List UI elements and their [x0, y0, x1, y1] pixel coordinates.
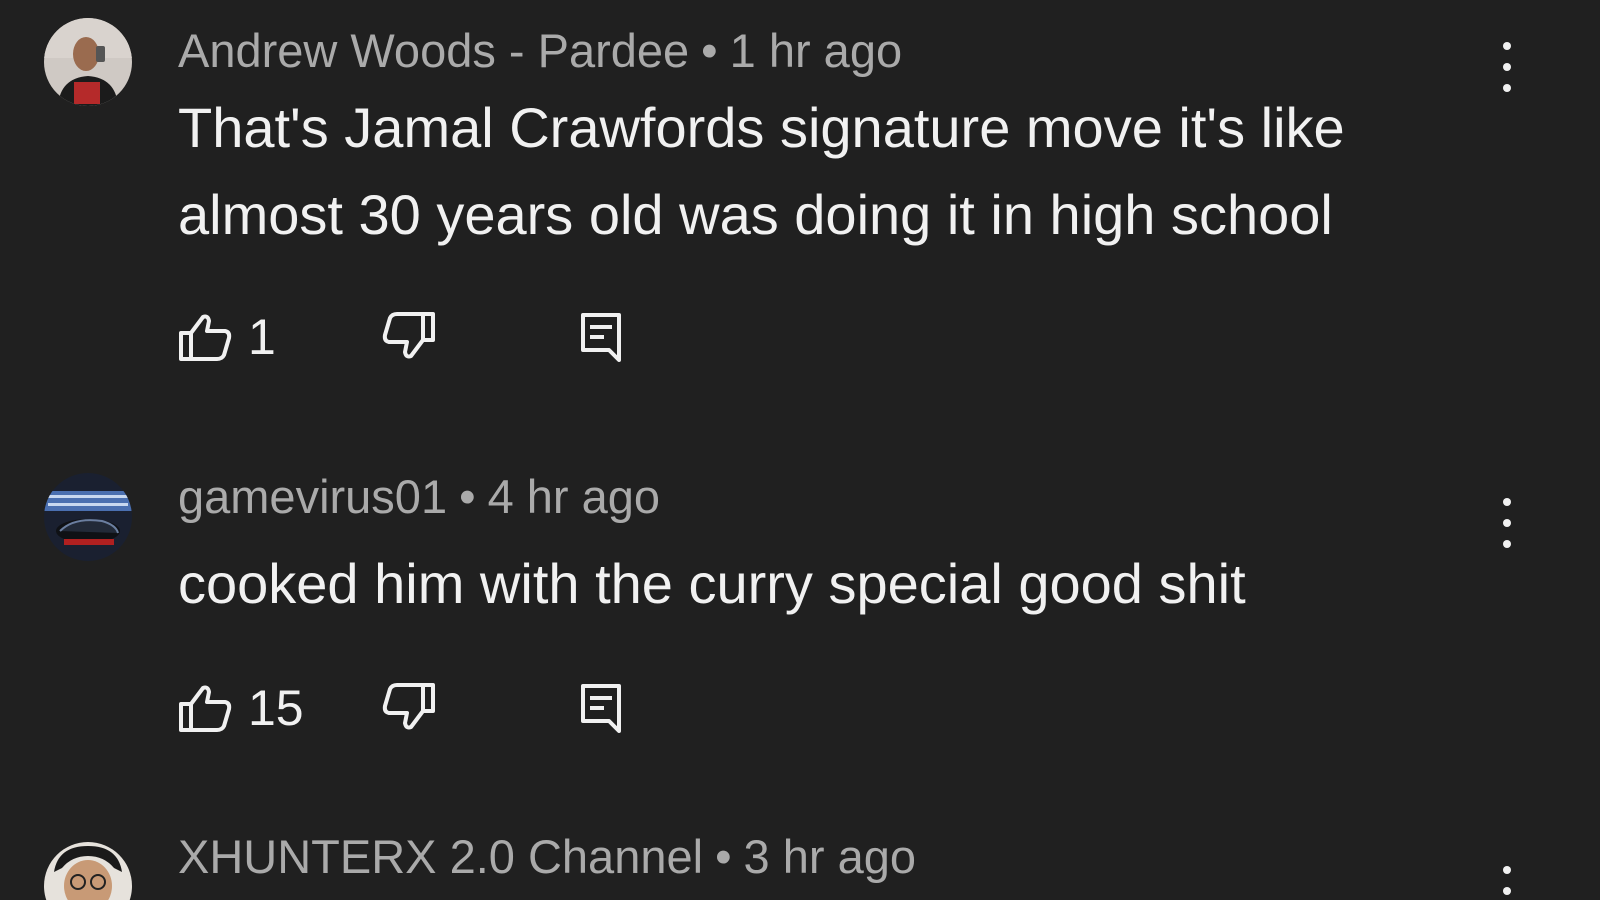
- like-button[interactable]: 15: [178, 683, 304, 733]
- avatar[interactable]: [44, 842, 132, 900]
- thumb-down-icon: [382, 683, 436, 731]
- like-count: 1: [248, 309, 276, 365]
- author-name[interactable]: gamevirus01: [178, 470, 447, 523]
- comment-meta: gamevirus01 • 4 hr ago: [178, 473, 660, 520]
- thumb-up-icon: [178, 684, 232, 732]
- timestamp[interactable]: 3 hr ago: [744, 830, 916, 883]
- timestamp[interactable]: 4 hr ago: [488, 470, 660, 523]
- comment-text: cooked him with the curry special good s…: [178, 552, 1246, 615]
- reply-button[interactable]: [580, 683, 622, 733]
- avatar[interactable]: [44, 473, 132, 561]
- dislike-button[interactable]: [382, 312, 436, 360]
- thumb-down-icon: [382, 312, 436, 360]
- like-count: 15: [248, 680, 304, 736]
- reply-comment-icon: [580, 312, 622, 362]
- more-vert-icon[interactable]: [1495, 42, 1519, 92]
- separator-dot: •: [715, 830, 732, 883]
- thumb-up-icon: [178, 313, 232, 361]
- author-name[interactable]: XHUNTERX 2.0 Channel: [178, 830, 703, 883]
- separator-dot: •: [459, 470, 476, 523]
- comment-text: That's Jamal Crawfords signature move it…: [178, 96, 1345, 246]
- dislike-button[interactable]: [382, 683, 436, 731]
- comment-meta: XHUNTERX 2.0 Channel • 3 hr ago: [178, 833, 916, 880]
- reply-comment-icon: [580, 683, 622, 733]
- more-vert-icon[interactable]: [1495, 498, 1519, 548]
- separator-dot: •: [701, 24, 718, 77]
- comment-meta: Andrew Woods - Pardee • 1 hr ago: [178, 27, 902, 74]
- author-name[interactable]: Andrew Woods - Pardee: [178, 24, 689, 77]
- reply-button[interactable]: [580, 312, 622, 362]
- more-vert-icon[interactable]: [1495, 866, 1519, 900]
- avatar[interactable]: [44, 18, 132, 106]
- comments-panel: Andrew Woods - Pardee • 1 hr ago That's Ja…: [0, 0, 1600, 900]
- like-button[interactable]: 1: [178, 312, 276, 362]
- timestamp[interactable]: 1 hr ago: [730, 24, 902, 77]
